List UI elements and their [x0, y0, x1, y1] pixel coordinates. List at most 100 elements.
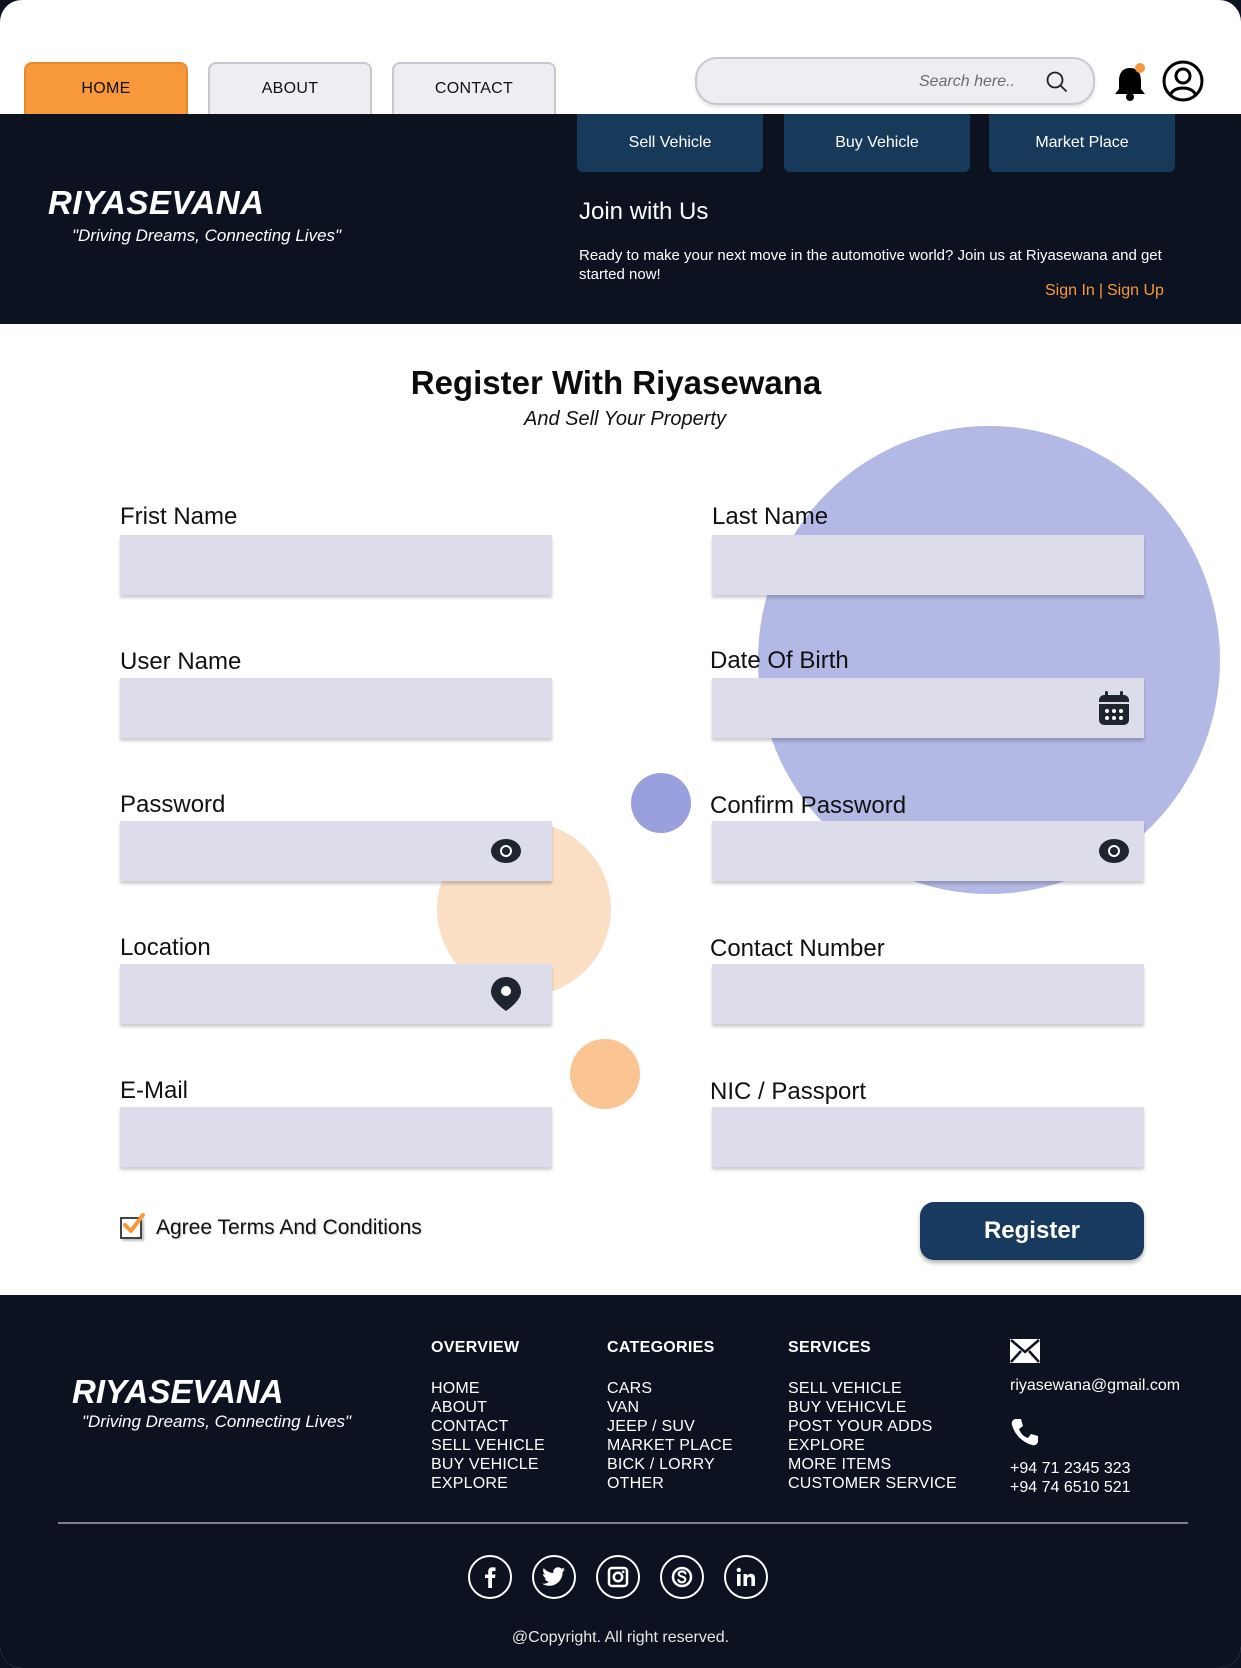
footer-link[interactable]: HOME — [431, 1379, 545, 1398]
copyright-text: @Copyright. All right reserved. — [511, 1629, 730, 1646]
footer-link[interactable]: ABOUT — [431, 1398, 545, 1417]
email-input[interactable] — [120, 1107, 552, 1167]
footer-brand[interactable]: RIYASEVANA — [72, 1373, 283, 1411]
decorative-circle-orange — [570, 1039, 640, 1109]
footer-column-title: CATEGORIES — [607, 1339, 715, 1356]
agree-checkbox[interactable] — [120, 1213, 145, 1239]
footer-link[interactable]: VAN — [607, 1398, 733, 1417]
footer-link[interactable]: CONTACT — [431, 1417, 545, 1436]
linkedin-icon[interactable] — [724, 1555, 768, 1599]
user-name-label: User Name — [120, 648, 242, 675]
search-bar — [695, 57, 1095, 105]
footer-services-column: SERVICES SELL VEHICLE BUY VEHICVLE POST … — [788, 1339, 957, 1493]
tab-home[interactable]: HOME — [24, 62, 188, 114]
skype-icon[interactable] — [660, 1555, 704, 1599]
facebook-icon[interactable] — [468, 1555, 512, 1599]
footer-link[interactable]: SELL VEHICLE — [788, 1379, 957, 1398]
footer-link[interactable]: CARS — [607, 1379, 733, 1398]
location-field — [120, 964, 552, 1024]
password-field — [120, 821, 552, 881]
sign-up-link[interactable]: Sign Up — [1107, 282, 1164, 299]
first-name-input[interactable] — [120, 535, 552, 595]
join-description: Ready to make your next move in the auto… — [579, 247, 1162, 283]
footer-link[interactable]: OTHER — [607, 1474, 733, 1493]
last-name-field — [712, 535, 1144, 595]
confirm-password-field — [712, 821, 1144, 881]
tab-contact[interactable]: CONTACT — [392, 62, 556, 114]
tab-about[interactable]: ABOUT — [208, 62, 372, 114]
mail-icon — [1010, 1339, 1040, 1363]
password-input[interactable] — [120, 821, 552, 881]
password-label: Password — [120, 791, 226, 818]
eye-icon[interactable] — [490, 837, 522, 865]
twitter-icon[interactable] — [532, 1555, 576, 1599]
contact-number-input[interactable] — [712, 964, 1144, 1024]
dob-label: Date Of Birth — [710, 647, 849, 674]
dob-field — [712, 678, 1144, 738]
footer-link[interactable]: EXPLORE — [431, 1474, 545, 1493]
footer-link[interactable]: BICK / LORRY — [607, 1455, 733, 1474]
footer-link[interactable]: MARKET PLACE — [607, 1436, 733, 1455]
footer-contact: riyasewana@gmail.com +94 71 2345 323 +94… — [1010, 1339, 1180, 1497]
market-place-button[interactable]: Market Place — [989, 114, 1175, 172]
nic-field — [712, 1107, 1144, 1167]
eye-icon[interactable] — [1098, 837, 1130, 865]
footer-link[interactable]: EXPLORE — [788, 1436, 957, 1455]
last-name-input[interactable] — [712, 535, 1144, 595]
brand-logo[interactable]: RIYASEVANA — [48, 184, 264, 222]
header-banner: RIYASEVANA "Driving Dreams, Connecting L… — [0, 114, 1241, 324]
notification-bell-icon[interactable] — [1112, 62, 1148, 102]
phone-number[interactable]: +94 71 2345 323 — [1010, 1459, 1180, 1478]
footer-link[interactable]: CUSTOMER SERVICE — [788, 1474, 957, 1493]
last-name-label: Last Name — [712, 503, 829, 530]
join-title: Join with Us — [579, 198, 709, 225]
phone-number[interactable]: +94 74 6510 521 — [1010, 1478, 1180, 1497]
footer-email[interactable]: riyasewana@gmail.com — [1010, 1377, 1180, 1395]
buy-vehicle-button[interactable]: Buy Vehicle — [784, 114, 970, 172]
sign-in-link[interactable]: Sign In — [1045, 282, 1095, 299]
instagram-icon[interactable] — [596, 1555, 640, 1599]
confirm-password-label: Confirm Password — [710, 792, 907, 819]
footer-divider — [58, 1522, 1188, 1524]
footer-link[interactable]: BUY VEHICLE — [431, 1455, 545, 1474]
confirm-password-input[interactable] — [712, 821, 1144, 881]
brand-tagline: "Driving Dreams, Connecting Lives" — [72, 226, 342, 245]
dob-input[interactable] — [712, 678, 1144, 738]
footer-column-title: OVERVIEW — [431, 1339, 520, 1356]
decorative-circle-small — [631, 773, 691, 833]
footer-overview-column: OVERVIEW HOME ABOUT CONTACT SELL VEHICLE… — [431, 1339, 545, 1493]
user-profile-icon[interactable] — [1162, 60, 1204, 102]
user-name-field — [120, 678, 552, 738]
first-name-field — [120, 535, 552, 595]
footer-link[interactable]: BUY VEHICVLE — [788, 1398, 957, 1417]
auth-separator: | — [1098, 282, 1103, 299]
footer-link[interactable]: SELL VEHICLE — [431, 1436, 545, 1455]
location-input[interactable] — [120, 964, 552, 1024]
footer-phones: +94 71 2345 323 +94 74 6510 521 — [1010, 1459, 1180, 1497]
footer-link[interactable]: JEEP / SUV — [607, 1417, 733, 1436]
search-input[interactable] — [715, 68, 1015, 96]
email-field — [120, 1107, 552, 1167]
footer: RIYASEVANA "Driving Dreams, Connecting L… — [0, 1295, 1241, 1668]
auth-links: Sign In | Sign Up — [1045, 282, 1164, 300]
agree-terms-label[interactable]: Agree Terms And Conditions — [156, 1216, 422, 1240]
calendar-icon[interactable] — [1098, 690, 1130, 726]
form-subtitle: And Sell Your Property — [524, 408, 726, 430]
location-label: Location — [120, 934, 211, 961]
register-page: HOME ABOUT CONTACT RIYASEVANA "Driving D… — [0, 0, 1241, 1668]
user-name-input[interactable] — [120, 678, 552, 738]
footer-column-title: SERVICES — [788, 1339, 872, 1356]
sell-vehicle-button[interactable]: Sell Vehicle — [577, 114, 763, 172]
first-name-label: Frist Name — [120, 503, 238, 530]
agree-terms-row: Agree Terms And Conditions — [120, 1213, 422, 1240]
email-label: E-Mail — [120, 1077, 189, 1104]
search-icon[interactable] — [1045, 70, 1069, 94]
nic-label: NIC / Passport — [710, 1078, 867, 1105]
register-button[interactable]: Register — [920, 1202, 1144, 1260]
nic-input[interactable] — [712, 1107, 1144, 1167]
footer-tagline: "Driving Dreams, Connecting Lives" — [82, 1412, 352, 1431]
footer-link[interactable]: MORE ITEMS — [788, 1455, 957, 1474]
social-links — [468, 1555, 788, 1599]
footer-categories-column: CATEGORIES CARS VAN JEEP / SUV MARKET PL… — [607, 1339, 733, 1493]
footer-link[interactable]: POST YOUR ADDS — [788, 1417, 957, 1436]
